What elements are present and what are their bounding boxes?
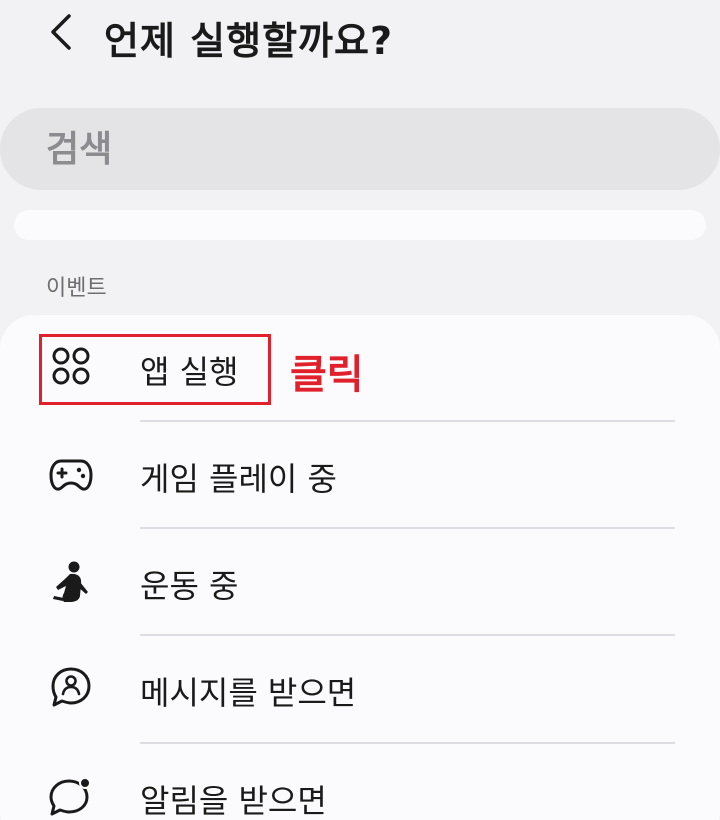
search-bar[interactable] — [0, 108, 720, 190]
collapsed-card — [14, 210, 706, 240]
notification-bubble-icon — [48, 774, 94, 820]
gamepad-icon — [48, 452, 94, 498]
section-label-events: 이벤트 — [46, 276, 107, 301]
message-contact-icon — [48, 664, 94, 710]
list-item-label: 알림을 받으면 — [140, 782, 327, 820]
search-input[interactable] — [44, 127, 648, 171]
list-item-label: 게임 플레이 중 — [140, 460, 337, 498]
header: 언제 실행할까요? — [0, 0, 720, 70]
page-title: 언제 실행할까요? — [104, 19, 393, 63]
list-item-label: 메시지를 받으면 — [140, 674, 357, 712]
list-item-notification[interactable]: 알림을 받으면 — [0, 744, 720, 820]
annotation-click: 클릭 — [290, 352, 364, 398]
running-person-icon — [48, 559, 94, 605]
highlight-box — [39, 334, 271, 405]
back-button[interactable] — [36, 8, 84, 56]
list-item-gaming[interactable]: 게임 플레이 중 — [0, 422, 720, 528]
list-item-message[interactable]: 메시지를 받으면 — [0, 636, 720, 742]
list-item-label: 운동 중 — [140, 567, 239, 605]
list-item-exercise[interactable]: 운동 중 — [0, 529, 720, 635]
screen: 언제 실행할까요? 이벤트 앱 실행 — [0, 0, 720, 820]
chevron-left-icon — [51, 14, 71, 50]
